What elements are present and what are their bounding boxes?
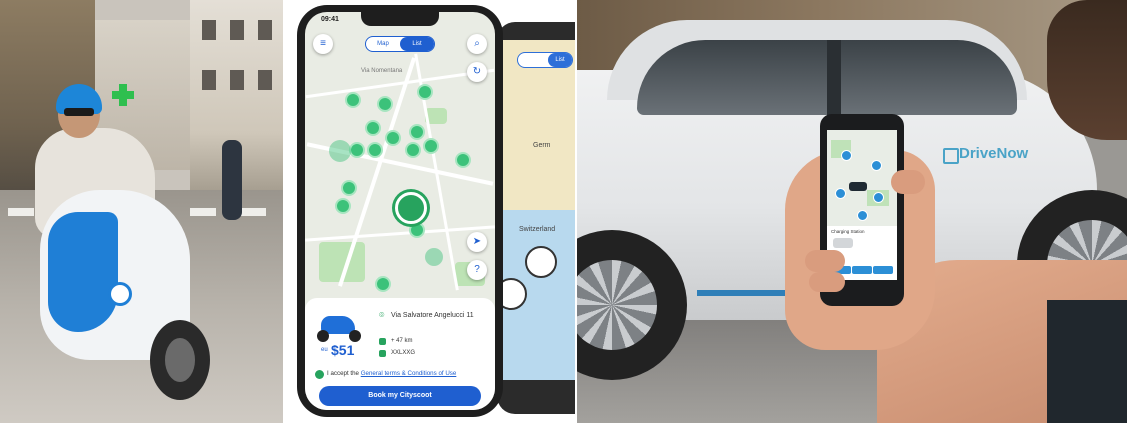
map-label: Switzerland bbox=[519, 226, 556, 233]
pharmacy-cross-icon bbox=[112, 84, 134, 106]
vehicle-pin[interactable] bbox=[409, 124, 425, 140]
book-button[interactable]: Book my Cityscoot bbox=[319, 386, 481, 406]
car-pin-icon[interactable] bbox=[835, 188, 846, 199]
menu-icon[interactable]: ≡ bbox=[313, 34, 333, 54]
car-pin-icon[interactable] bbox=[873, 192, 884, 203]
finger bbox=[805, 250, 845, 272]
vehicle-pin[interactable] bbox=[349, 142, 365, 158]
window bbox=[230, 20, 244, 40]
status-time: 09:41 bbox=[321, 16, 339, 23]
window bbox=[202, 70, 216, 90]
crosswalk-stripe bbox=[190, 208, 216, 216]
sunglasses bbox=[64, 108, 94, 116]
back-toggle: List bbox=[517, 52, 573, 68]
person-sleeve bbox=[1047, 300, 1127, 423]
car-thumbnail bbox=[833, 238, 853, 248]
terms-prefix: I accept the bbox=[327, 370, 361, 377]
vehicle-cluster[interactable] bbox=[425, 248, 443, 266]
vehicle-price: $51 bbox=[331, 342, 355, 358]
vehicle-pin[interactable] bbox=[335, 198, 351, 214]
car-pin-icon[interactable] bbox=[841, 150, 852, 161]
street-label: Via Nomentana bbox=[361, 68, 403, 74]
vehicle-pin[interactable] bbox=[423, 138, 439, 154]
price-prefix: eu bbox=[321, 347, 328, 353]
car-pin-icon[interactable] bbox=[857, 210, 868, 221]
plate-icon bbox=[379, 350, 386, 357]
crosswalk-stripe bbox=[8, 208, 34, 216]
badge-icon bbox=[525, 246, 557, 278]
car-phone-photo: DriveNow Charging Station bbox=[577, 0, 1127, 423]
window bbox=[230, 70, 244, 90]
scooter-wheel-hub bbox=[165, 338, 195, 382]
window bbox=[202, 20, 216, 40]
app-screen: 09:41 Via Nomentana ≡ Map List ⌕ ↻ ➤ ? e… bbox=[305, 12, 495, 410]
refresh-icon[interactable]: ↻ bbox=[467, 62, 487, 82]
scooter-rider-photo bbox=[0, 0, 283, 423]
vehicle-pin[interactable] bbox=[385, 130, 401, 146]
battery-icon bbox=[379, 338, 386, 345]
vehicle-address: Via Salvatore Angelucci 11 bbox=[391, 312, 474, 319]
location-pin-icon: ⌾ bbox=[379, 310, 385, 320]
selected-vehicle-pin[interactable] bbox=[395, 192, 427, 224]
car-pin-icon[interactable] bbox=[871, 160, 882, 171]
vehicle-range: + 47 km bbox=[391, 338, 413, 344]
vehicle-pin[interactable] bbox=[375, 276, 391, 292]
car-brand-text: DriveNow bbox=[959, 145, 1029, 162]
vehicle-pin[interactable] bbox=[341, 180, 357, 196]
finger bbox=[809, 272, 845, 292]
scooter-panel bbox=[48, 212, 118, 332]
vehicle-card: eu $51 ⌾ Via Salvatore Angelucci 11 + 47… bbox=[305, 298, 495, 410]
car-pillar bbox=[827, 40, 841, 115]
terms-link[interactable]: General terms & Conditions of Use bbox=[361, 370, 457, 377]
thumb bbox=[891, 170, 925, 194]
phone-action-button[interactable] bbox=[852, 266, 872, 274]
phone-card-title: Charging Station bbox=[831, 229, 865, 234]
map-label: Germ bbox=[533, 142, 551, 149]
search-icon[interactable]: ⌕ bbox=[467, 34, 487, 54]
pedestrian bbox=[222, 140, 242, 220]
vehicle-pin[interactable] bbox=[365, 120, 381, 136]
vehicle-pin[interactable] bbox=[405, 142, 421, 158]
terms-checkbox[interactable] bbox=[315, 370, 324, 379]
terms-text: I accept the General terms & Conditions … bbox=[327, 370, 456, 377]
phone-notch bbox=[361, 12, 439, 26]
brand-logo-icon bbox=[943, 148, 959, 164]
toggle-map[interactable]: Map bbox=[366, 37, 400, 51]
vehicle-plate: XXLXXG bbox=[391, 350, 416, 356]
locate-arrow-icon[interactable]: ➤ bbox=[467, 232, 487, 252]
vehicle-pin[interactable] bbox=[455, 152, 471, 168]
scooter-thumb-wheel bbox=[317, 330, 329, 342]
window bbox=[258, 20, 272, 40]
map-list-toggle[interactable]: Map List bbox=[365, 36, 435, 52]
vehicle-pin[interactable] bbox=[367, 142, 383, 158]
toggle-list[interactable]: List bbox=[400, 37, 434, 51]
vehicle-pin[interactable] bbox=[417, 84, 433, 100]
phone-action-button[interactable] bbox=[873, 266, 893, 274]
scooter-logo-icon bbox=[108, 282, 132, 306]
back-phone-map: List Germ Switzerland bbox=[503, 40, 575, 380]
help-icon[interactable]: ? bbox=[467, 260, 487, 280]
back-toggle-label: List bbox=[548, 53, 572, 67]
app-mockup-panel: List Germ Switzerland 09:41 Via Nomentan… bbox=[285, 0, 575, 423]
vehicle-pin[interactable] bbox=[345, 92, 361, 108]
scooter-thumb-wheel bbox=[349, 330, 361, 342]
crosswalk-stripe bbox=[240, 208, 266, 216]
vehicle-cluster[interactable] bbox=[329, 140, 351, 162]
vehicle-pin[interactable] bbox=[409, 222, 425, 238]
scooter-thumbnail bbox=[315, 308, 363, 342]
selected-car-icon[interactable] bbox=[849, 182, 867, 191]
window bbox=[258, 70, 272, 90]
vehicle-pin[interactable] bbox=[377, 96, 393, 112]
